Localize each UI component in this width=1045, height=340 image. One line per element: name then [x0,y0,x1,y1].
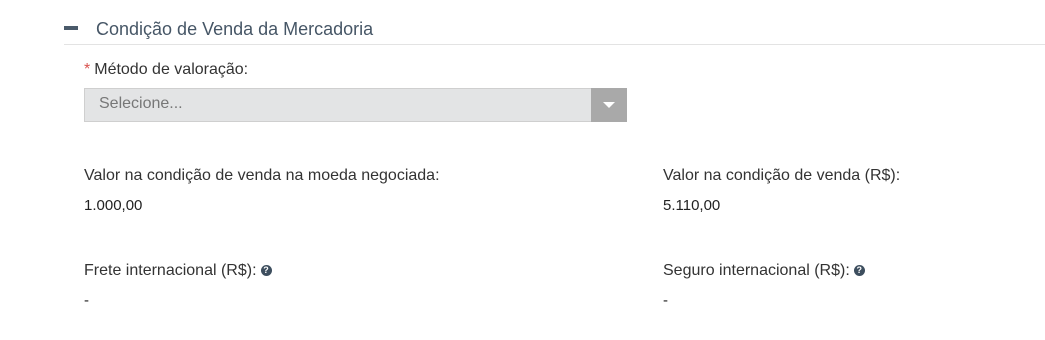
select-placeholder: Selecione... [99,95,183,112]
required-asterisk: * [84,61,91,78]
freight-label: Frete internacional (R$):? [84,262,272,280]
section-title: Condição de Venda da Mercadoria [96,19,374,39]
valuation-method-select[interactable]: Selecione... [84,88,627,122]
question-circle-icon[interactable]: ? [260,265,272,276]
value-brl: 5.110,00 [663,197,721,214]
freight-label-text: Frete internacional (R$): [84,262,257,279]
value-brl-label: Valor na condição de venda (R$): [663,167,901,184]
value-negotiated: 1.000,00 [84,197,143,214]
question-circle-icon[interactable]: ? [853,265,865,276]
section-header: Condição de Venda da Mercadoria [64,14,1045,45]
valuation-method-label: * Método de valoração: [84,61,248,79]
insurance-value: - [663,292,668,309]
chevron-down-icon[interactable] [591,88,627,122]
value-negotiated-label: Valor na condição de venda na moeda nego… [84,167,440,184]
insurance-label-text: Seguro internacional (R$): [663,262,850,279]
freight-value: - [84,292,89,309]
insurance-label: Seguro internacional (R$):? [663,262,865,280]
valuation-method-label-text: Método de valoração: [94,61,249,78]
minus-icon[interactable] [64,26,78,30]
